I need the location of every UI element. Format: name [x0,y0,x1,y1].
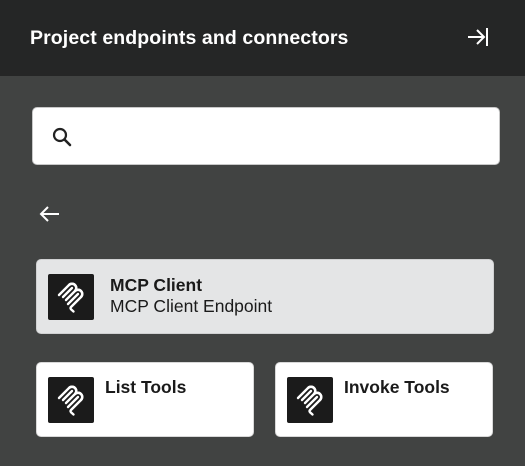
selected-connector-subtitle: MCP Client Endpoint [110,296,273,316]
search-box[interactable] [32,107,500,165]
list-tools-card[interactable]: List Tools [36,362,254,437]
selected-connector-title: MCP Client [110,275,203,295]
collapse-right-icon [468,28,488,46]
collapse-panel-button[interactable] [462,22,494,52]
panel-title: Project endpoints and connectors [30,26,349,49]
mcp-logo-icon [287,377,333,423]
mcp-logo-icon [48,274,94,320]
search-icon [52,127,72,147]
invoke-tools-label: Invoke Tools [344,377,450,397]
invoke-tools-card[interactable]: Invoke Tools [275,362,493,437]
list-tools-label: List Tools [105,377,187,397]
mcp-logo-icon [48,377,94,423]
panel-header: Project endpoints and connectors [0,0,525,76]
back-button[interactable] [36,202,62,226]
search-input[interactable] [85,118,485,154]
selected-connector-card[interactable]: MCP Client MCP Client Endpoint [36,259,494,334]
arrow-left-icon [39,206,59,222]
